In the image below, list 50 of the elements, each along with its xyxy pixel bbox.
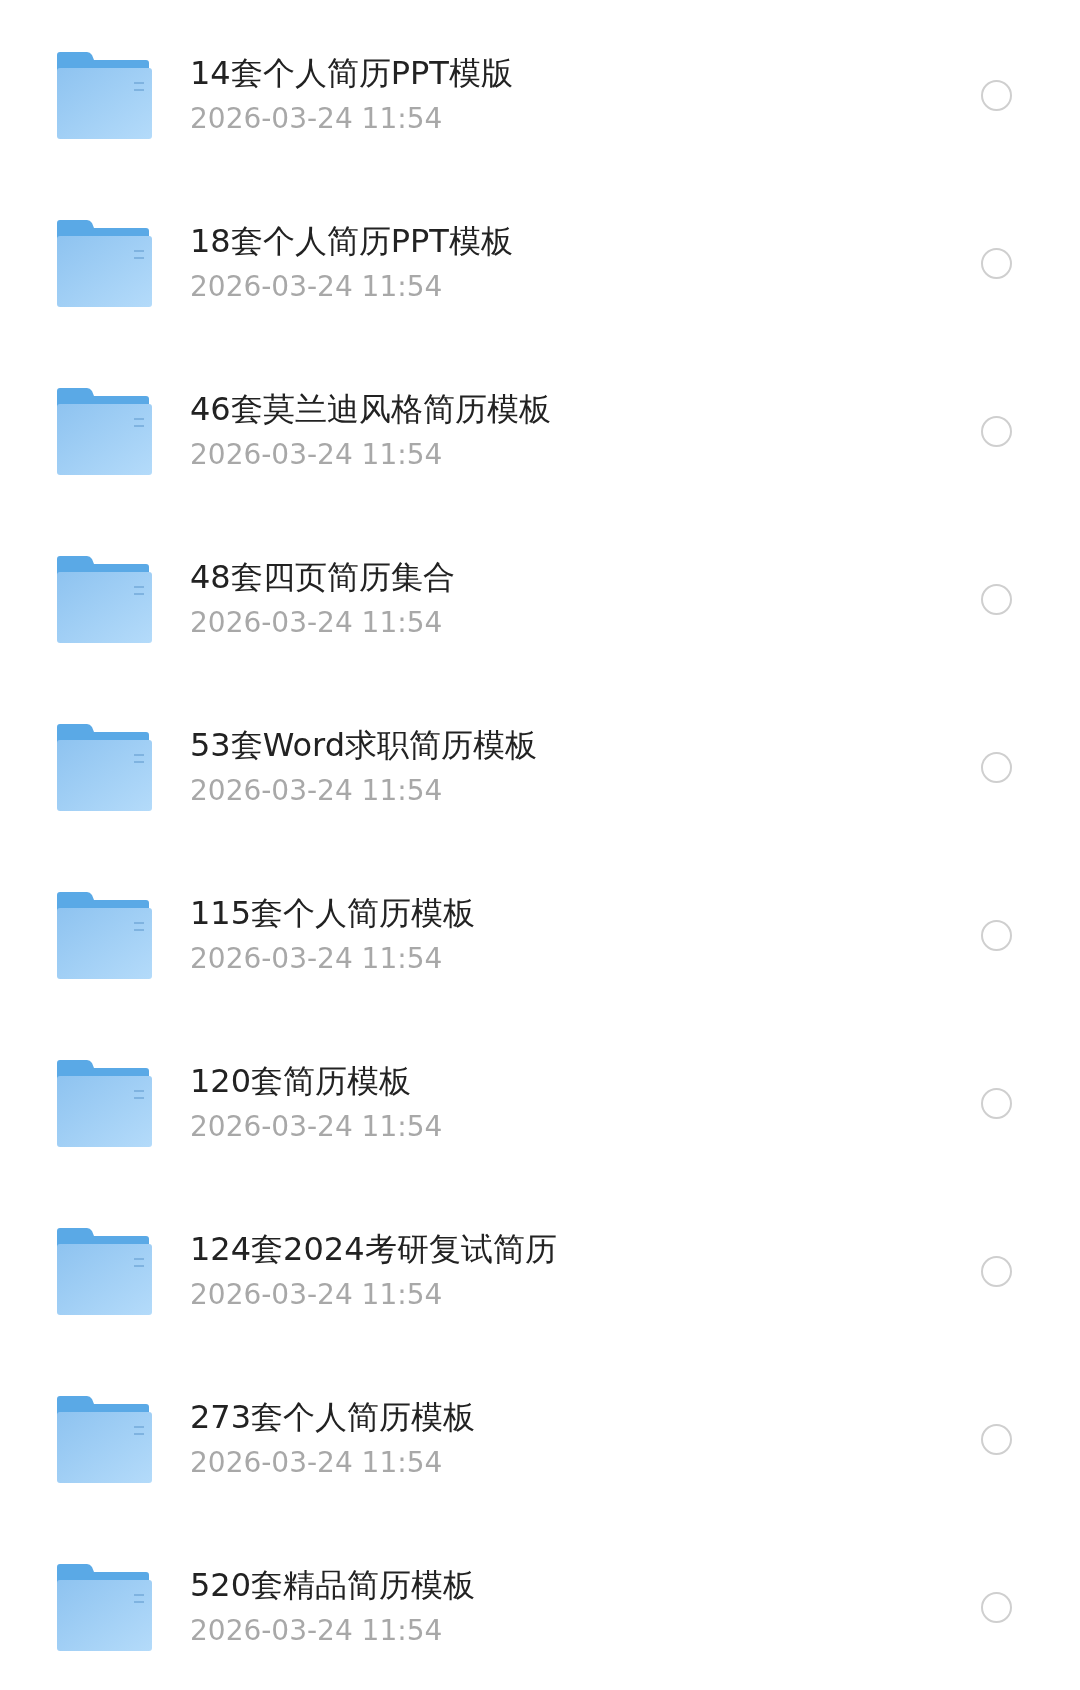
folder-row[interactable]: 14套个人简历PPT模版 2026-03-24 11:54 <box>0 11 1080 179</box>
modified-date: 2026-03-24 11:54 <box>190 269 444 305</box>
modified-date: 2026-03-24 11:54 <box>190 437 444 473</box>
folder-icon <box>57 1563 152 1651</box>
folder-row[interactable]: 53套Word求职简历模板 2026-03-24 11:54 <box>0 683 1080 851</box>
select-radio[interactable] <box>981 79 1012 111</box>
folder-name: 115套个人简历模板 <box>190 893 477 933</box>
modified-date: 2026-03-24 11:54 <box>190 1445 444 1481</box>
modified-date: 2026-03-24 11:54 <box>190 605 444 641</box>
folder-icon <box>57 51 152 139</box>
folder-icon <box>57 1059 152 1147</box>
modified-date: 2026-03-24 11:54 <box>190 1277 444 1313</box>
select-radio[interactable] <box>981 751 1012 783</box>
modified-date: 2026-03-24 11:54 <box>190 101 444 137</box>
folder-name: 18套个人简历PPT模板 <box>190 221 514 261</box>
folder-icon <box>57 555 152 643</box>
folder-row[interactable]: 273套个人简历模板 2026-03-24 11:54 <box>0 1355 1080 1523</box>
modified-date: 2026-03-24 11:54 <box>190 773 444 809</box>
select-radio[interactable] <box>981 1423 1012 1455</box>
folder-icon <box>57 387 152 475</box>
folder-name: 120套简历模板 <box>190 1061 413 1101</box>
folder-icon <box>57 219 152 307</box>
folder-row[interactable]: 18套个人简历PPT模板 2026-03-24 11:54 <box>0 179 1080 347</box>
select-radio[interactable] <box>981 1255 1012 1287</box>
folder-name: 124套2024考研复试简历 <box>190 1229 558 1269</box>
folder-row[interactable]: 120套简历模板 2026-03-24 11:54 <box>0 1019 1080 1187</box>
folder-icon <box>57 891 152 979</box>
folder-icon <box>57 1227 152 1315</box>
select-radio[interactable] <box>981 583 1012 615</box>
folder-row[interactable]: 115套个人简历模板 2026-03-24 11:54 <box>0 851 1080 1019</box>
folder-name: 53套Word求职简历模板 <box>190 725 538 765</box>
folder-name: 520套精品简历模板 <box>190 1565 477 1605</box>
folder-row[interactable]: 520套精品简历模板 2026-03-24 11:54 <box>0 1523 1080 1690</box>
modified-date: 2026-03-24 11:54 <box>190 1613 444 1649</box>
modified-date: 2026-03-24 11:54 <box>190 1109 444 1145</box>
folder-name: 273套个人简历模板 <box>190 1397 477 1437</box>
folder-row[interactable]: 48套四页简历集合 2026-03-24 11:54 <box>0 515 1080 683</box>
folder-name: 46套莫兰迪风格简历模板 <box>190 389 552 429</box>
select-radio[interactable] <box>981 1591 1012 1623</box>
folder-row[interactable]: 124套2024考研复试简历 2026-03-24 11:54 <box>0 1187 1080 1355</box>
select-radio[interactable] <box>981 247 1012 279</box>
folder-row[interactable]: 46套莫兰迪风格简历模板 2026-03-24 11:54 <box>0 347 1080 515</box>
select-radio[interactable] <box>981 1087 1012 1119</box>
select-radio[interactable] <box>981 415 1012 447</box>
select-radio[interactable] <box>981 919 1012 951</box>
folder-name: 14套个人简历PPT模版 <box>190 53 514 93</box>
modified-date: 2026-03-24 11:54 <box>190 941 444 977</box>
folder-icon <box>57 1395 152 1483</box>
folder-name: 48套四页简历集合 <box>190 557 456 597</box>
folder-icon <box>57 723 152 811</box>
